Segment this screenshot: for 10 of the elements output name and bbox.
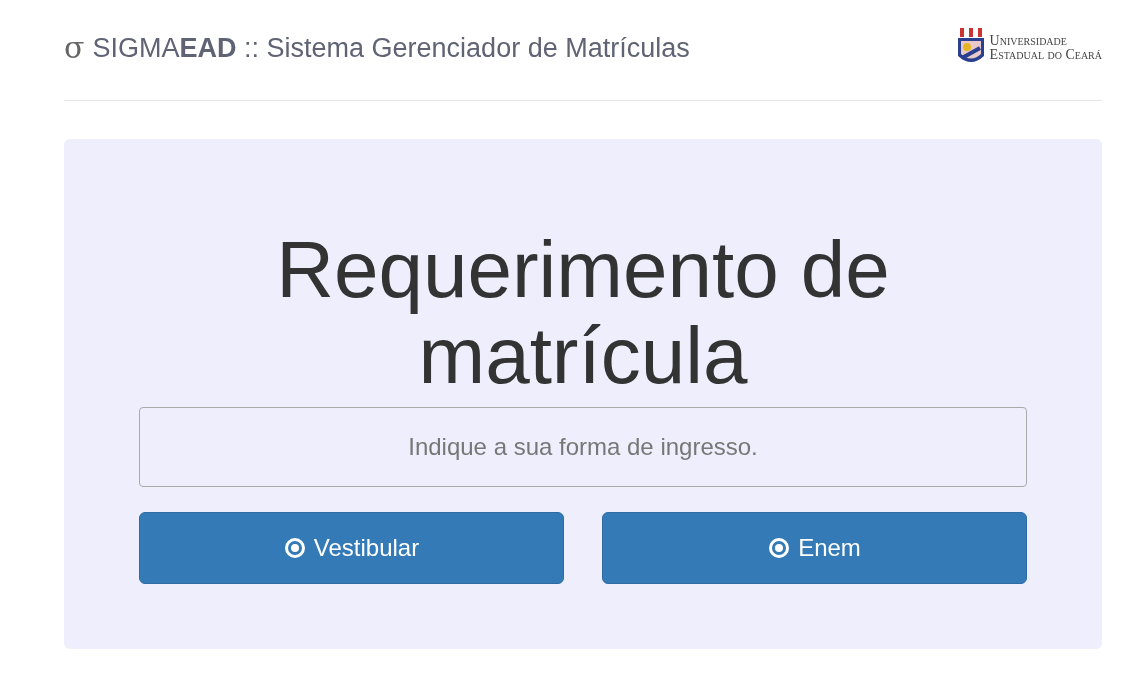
radio-icon	[768, 537, 791, 559]
app-title: SIGMAEAD :: Sistema Gerenciador de Matrículas	[92, 31, 690, 65]
sigma-icon: σ	[64, 33, 85, 63]
option-button[interactable]: Vestibular	[139, 512, 564, 584]
radio-icon	[283, 537, 306, 559]
prompt-message: Indique a sua forma de ingresso.	[139, 407, 1027, 487]
university-name: Estadual do Ceará	[989, 48, 1102, 62]
option-button[interactable]: Enem	[602, 512, 1027, 584]
page-heading: Requerimento de matrícula	[275, 227, 891, 399]
university-name: Universidade	[989, 34, 1068, 48]
